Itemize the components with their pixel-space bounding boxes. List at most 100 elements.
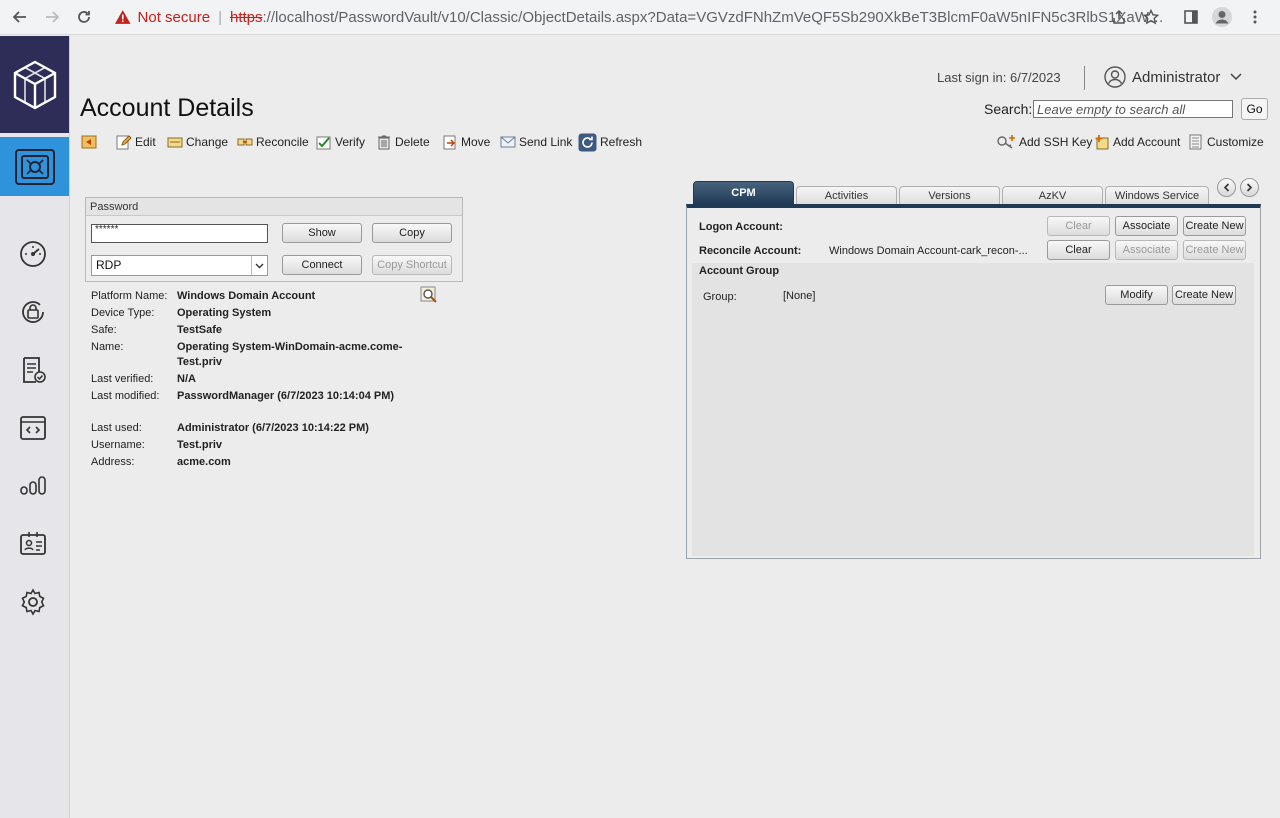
share-icon[interactable]: [1108, 6, 1130, 28]
tab-windows-service[interactable]: Windows Service: [1105, 186, 1209, 204]
verify-button[interactable]: Verify: [316, 132, 365, 152]
logon-clear-button[interactable]: Clear: [1047, 216, 1110, 236]
page-title: Account Details: [80, 94, 254, 122]
sidebar-item-policies[interactable]: [17, 296, 49, 328]
tab-versions[interactable]: Versions: [899, 186, 1000, 204]
logon-create-new-button[interactable]: Create New: [1183, 216, 1246, 236]
id-card-icon: [20, 532, 46, 555]
change-icon: [167, 134, 183, 150]
reconcile-label: Reconcile: [256, 135, 309, 149]
sidebar-item-analytics[interactable]: [17, 470, 49, 502]
go-button[interactable]: Go: [1241, 98, 1268, 120]
user-menu[interactable]: Administrator: [1104, 66, 1242, 88]
magnifier-details-icon[interactable]: [420, 286, 438, 304]
document-check-icon: [23, 357, 46, 383]
reconcile-icon: [237, 134, 253, 150]
detail-value: PasswordManager (6/7/2023 10:14:04 PM): [177, 390, 395, 402]
back-to-list-button[interactable]: [81, 132, 100, 152]
forward-icon[interactable]: [40, 5, 64, 29]
back-icon[interactable]: [8, 5, 32, 29]
star-icon[interactable]: [1140, 6, 1162, 28]
customize-icon: [1188, 134, 1204, 150]
customize-button[interactable]: Customize: [1188, 132, 1264, 152]
add-ssh-key-button[interactable]: Add SSH Key: [996, 132, 1092, 152]
detail-value: Windows Domain Account: [177, 290, 316, 302]
delete-label: Delete: [395, 135, 430, 149]
reload-icon[interactable]: [72, 5, 96, 29]
tab-azkv[interactable]: AzKV: [1002, 186, 1103, 204]
refresh-label: Refresh: [600, 135, 643, 149]
tab-scroll-left-icon[interactable]: [1217, 178, 1236, 197]
sidebar-item-accounts[interactable]: [0, 137, 69, 196]
tab-activities[interactable]: Activities: [796, 186, 897, 204]
reconcile-account-value: Windows Domain Account-cark_recon-...: [829, 245, 1028, 257]
search-input[interactable]: [1033, 100, 1233, 118]
chevron-down-icon: [1230, 70, 1242, 84]
change-button[interactable]: Change: [167, 132, 228, 152]
connect-button[interactable]: Connect: [282, 255, 362, 275]
detail-label: Last used:: [91, 422, 142, 434]
refresh-button[interactable]: Refresh: [578, 132, 642, 152]
sidebar-item-reports[interactable]: [17, 354, 49, 386]
cpm-tab-panel: Logon Account: Clear Associate Create Ne…: [686, 204, 1261, 559]
copy-button[interactable]: Copy: [372, 223, 452, 243]
not-secure-label: Not secure: [137, 8, 211, 26]
customize-label: Customize: [1207, 135, 1264, 149]
logon-associate-button[interactable]: Associate: [1115, 216, 1178, 236]
copy-shortcut-button[interactable]: Copy Shortcut: [372, 255, 452, 275]
bar-chart-icon: [20, 476, 46, 495]
reconcile-create-new-button[interactable]: Create New: [1183, 240, 1246, 260]
cyberark-logo[interactable]: [0, 36, 69, 133]
sidebar-item-users[interactable]: [17, 528, 49, 560]
create-new-group-button[interactable]: Create New: [1172, 285, 1236, 305]
browser-menu-icon[interactable]: [1244, 6, 1266, 28]
detail-label: Username:: [91, 439, 145, 451]
password-panel: Password ****** Show Copy RDP Connect Co…: [85, 197, 463, 282]
add-ssh-key-label: Add SSH Key: [1019, 135, 1093, 149]
reconcile-button[interactable]: Reconcile: [237, 132, 309, 152]
add-account-button[interactable]: Add Account: [1094, 132, 1180, 152]
detail-value: Operating System-WinDomain-acme.come-Tes…: [177, 341, 403, 368]
move-button[interactable]: Move: [442, 132, 490, 152]
password-panel-title: Password: [86, 198, 462, 216]
reconcile-clear-button[interactable]: Clear: [1047, 240, 1110, 260]
address-bar[interactable]: Not secure | https ://localhost/Password…: [104, 3, 1172, 31]
last-signin: Last sign in: 6/7/2023: [937, 70, 1061, 85]
detail-value: acme.com: [177, 456, 231, 468]
connection-type-select[interactable]: RDP: [91, 255, 268, 276]
tab-cpm[interactable]: CPM: [693, 181, 794, 204]
side-panel-icon[interactable]: [1180, 6, 1202, 28]
gear-icon: [21, 588, 45, 616]
connection-type-value: RDP: [96, 258, 122, 272]
detail-value: Test.priv: [177, 439, 223, 451]
password-field[interactable]: ******: [91, 224, 268, 243]
envelope-icon: [500, 134, 516, 150]
sidebar-item-dashboard[interactable]: [17, 238, 49, 270]
back-arrow-icon: [81, 134, 97, 150]
account-group-label: Account Group: [699, 265, 780, 277]
refresh-icon: [578, 133, 597, 152]
group-label: Group:: [703, 291, 737, 303]
vault-icon: [14, 148, 55, 185]
show-button[interactable]: Show: [282, 223, 362, 243]
select-arrow-icon: [251, 256, 267, 275]
sidebar-item-settings[interactable]: [17, 586, 49, 618]
detail-value: Administrator (6/7/2023 10:14:22 PM): [177, 422, 369, 434]
cube-logo-icon: [13, 60, 56, 109]
add-account-label: Add Account: [1113, 135, 1181, 149]
detail-label: Last modified:: [91, 390, 160, 402]
warning-icon: [114, 10, 131, 24]
reconcile-associate-button[interactable]: Associate: [1115, 240, 1178, 260]
url-separator: |: [218, 8, 222, 26]
tab-scroll-right-icon[interactable]: [1240, 178, 1259, 197]
sidebar-item-applications[interactable]: [17, 412, 49, 444]
group-value: [None]: [783, 290, 816, 302]
modify-group-button[interactable]: Modify: [1105, 285, 1168, 305]
change-label: Change: [186, 135, 229, 149]
edit-button[interactable]: Edit: [116, 132, 156, 152]
edit-icon: [116, 134, 132, 150]
reconcile-account-label: Reconcile Account:: [699, 245, 802, 257]
profile-icon[interactable]: [1211, 6, 1233, 28]
send-link-button[interactable]: Send Link: [500, 132, 572, 152]
delete-button[interactable]: Delete: [376, 132, 430, 152]
